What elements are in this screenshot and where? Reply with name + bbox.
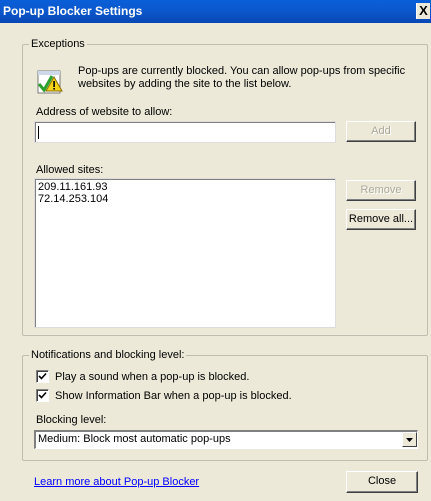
- close-button[interactable]: Close: [346, 471, 418, 493]
- blocking-level-select[interactable]: Medium: Block most automatic pop-ups: [34, 430, 418, 449]
- window-title: Pop-up Blocker Settings: [3, 4, 143, 18]
- notifications-legend: Notifications and blocking level:: [31, 349, 185, 361]
- allowed-site-item[interactable]: 72.14.253.104: [36, 193, 335, 205]
- blocking-level-value: Medium: Block most automatic pop-ups: [38, 433, 231, 445]
- learn-more-link[interactable]: Learn more about Pop-up Blocker: [34, 476, 199, 488]
- check-icon: [38, 372, 47, 380]
- allowed-sites-label: Allowed sites:: [36, 164, 104, 176]
- info-bar-checkbox[interactable]: [36, 389, 49, 402]
- dropdown-arrow-icon[interactable]: [402, 432, 417, 447]
- blocking-level-label: Blocking level:: [36, 414, 107, 426]
- text-caret: [38, 126, 39, 139]
- check-icon: [38, 391, 47, 399]
- shield-warning-icon: [36, 67, 66, 97]
- remove-button[interactable]: Remove: [346, 180, 416, 201]
- info-bar-label: Show Information Bar when a pop-up is bl…: [55, 389, 292, 402]
- title-close-button[interactable]: X: [416, 3, 430, 19]
- allowed-site-item[interactable]: 209.11.161.93: [36, 181, 335, 193]
- address-input[interactable]: [34, 121, 336, 143]
- remove-all-button[interactable]: Remove all...: [346, 209, 416, 230]
- address-label: Address of website to allow:: [36, 106, 173, 118]
- exceptions-legend: Exceptions: [31, 38, 85, 50]
- play-sound-label: Play a sound when a pop-up is blocked.: [55, 370, 250, 383]
- add-button[interactable]: Add: [346, 121, 416, 142]
- exceptions-info-text: Pop-ups are currently blocked. You can a…: [78, 65, 406, 90]
- allowed-sites-list[interactable]: 209.11.161.93 72.14.253.104: [34, 178, 336, 328]
- title-bar: Pop-up Blocker Settings X: [0, 0, 431, 23]
- play-sound-checkbox[interactable]: [36, 370, 49, 383]
- info-bar-option[interactable]: Show Information Bar when a pop-up is bl…: [36, 389, 292, 402]
- play-sound-option[interactable]: Play a sound when a pop-up is blocked.: [36, 370, 249, 383]
